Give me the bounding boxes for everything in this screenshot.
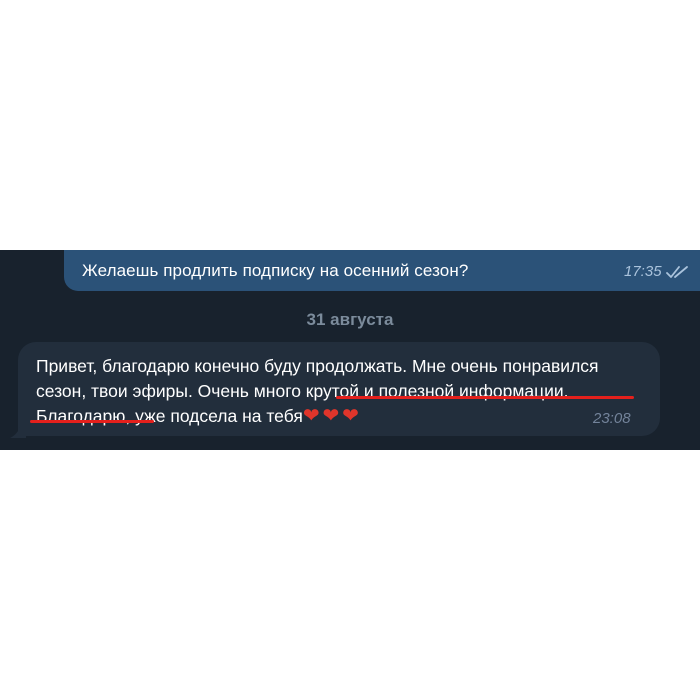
outgoing-message-time: 17:35 (624, 263, 662, 280)
red-underline-annotation (336, 396, 634, 399)
outgoing-message-text: Желаешь продлить подписку на осенний сез… (82, 261, 469, 280)
date-separator: 31 августа (306, 310, 394, 329)
page: Желаешь продлить подписку на осенний сез… (0, 0, 700, 700)
incoming-message-time: 23:08 (593, 410, 631, 427)
heart-icon: ❤ (342, 405, 359, 427)
chat-view[interactable]: Желаешь продлить подписку на осенний сез… (0, 250, 700, 450)
heart-icon: ❤ (322, 405, 339, 427)
hearts-emoji: ❤ ❤ ❤ (302, 405, 359, 427)
incoming-message-text: Привет, благодарю конечно буду продолжат… (36, 354, 651, 429)
heart-icon: ❤ (302, 405, 320, 427)
double-check-icon (666, 266, 688, 278)
bubble-tail (10, 426, 26, 438)
red-underline-annotation (30, 420, 154, 423)
